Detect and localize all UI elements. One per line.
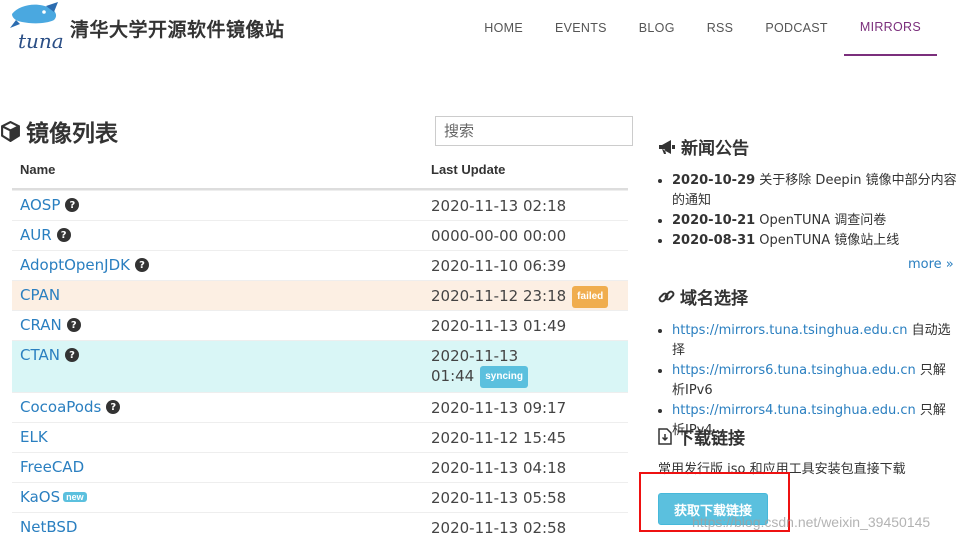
nav-rss[interactable]: RSS: [691, 0, 750, 56]
page-title-text: 镜像列表: [26, 121, 118, 147]
last-update: 2020-11-13 09:17: [431, 399, 567, 417]
domain-item: https://mirrors6.tuna.tsinghua.edu.cn 只解…: [672, 361, 958, 401]
news-title: 新闻公告: [681, 139, 749, 159]
new-badge: new: [63, 492, 87, 502]
domain-link[interactable]: https://mirrors4.tuna.tsinghua.edu.cn: [672, 403, 916, 418]
domain-link[interactable]: https://mirrors.tuna.tsinghua.edu.cn: [672, 323, 908, 338]
tuna-logo[interactable]: tuna: [6, 2, 66, 54]
domain-item: https://mirrors.tuna.tsinghua.edu.cn 自动选…: [672, 321, 958, 361]
table-row: AdoptOpenJDK? 2020-11-10 06:39: [12, 250, 628, 280]
news-section: 新闻公告 2020-10-29 关于移除 Deepin 镜像中部分内容的通知 2…: [658, 134, 958, 251]
help-icon[interactable]: ?: [134, 258, 149, 272]
table-row: FreeCAD 2020-11-13 04:18: [12, 452, 628, 482]
mirror-link[interactable]: AUR: [20, 226, 52, 244]
news-text: OpenTUNA 镜像站上线: [759, 233, 900, 248]
top-nav: HOME EVENTS BLOG RSS PODCAST MIRRORS: [468, 0, 937, 56]
news-text: OpenTUNA 调查问卷: [759, 213, 887, 228]
last-update: 2020-11-13 02:58: [431, 519, 567, 537]
help-icon[interactable]: ?: [106, 400, 121, 414]
domain-heading: 域名选择: [658, 284, 958, 309]
mirror-link[interactable]: CRAN: [20, 316, 62, 334]
column-name[interactable]: Name: [12, 162, 423, 177]
download-section: 下载链接: [658, 424, 958, 449]
last-update: 2020-11-10 06:39: [431, 257, 567, 275]
help-icon[interactable]: ?: [66, 318, 81, 332]
last-update: 2020-11-12 23:18: [431, 287, 567, 305]
news-date: 2020-10-29: [672, 173, 756, 188]
last-update: 2020-11-13 01:49: [431, 317, 567, 335]
mirror-link[interactable]: FreeCAD: [20, 458, 84, 476]
mirror-table: Name Last Update AOSP? 2020-11-13 02:18 …: [12, 150, 628, 541]
domain-link[interactable]: https://mirrors6.tuna.tsinghua.edu.cn: [672, 363, 916, 378]
mirror-link[interactable]: KaOS: [20, 488, 60, 506]
news-date: 2020-08-31: [672, 233, 756, 248]
more-link[interactable]: more »: [908, 257, 954, 272]
help-icon[interactable]: ?: [64, 348, 79, 362]
domain-title: 域名选择: [680, 289, 748, 309]
link-icon: [658, 290, 675, 303]
download-title: 下载链接: [677, 429, 745, 449]
mirror-link[interactable]: ELK: [20, 428, 48, 446]
domain-list: https://mirrors.tuna.tsinghua.edu.cn 自动选…: [658, 321, 958, 441]
last-update-date: 2020-11-13: [431, 347, 519, 365]
status-badge: failed: [572, 286, 609, 308]
mirror-link[interactable]: AOSP: [20, 196, 60, 214]
nav-home[interactable]: HOME: [468, 0, 539, 56]
column-last-update[interactable]: Last Update: [423, 162, 628, 177]
watermark: https://blog.csdn.net/weixin_39450145: [692, 514, 931, 530]
news-date: 2020-10-21: [672, 213, 756, 228]
news-item[interactable]: 2020-10-21 OpenTUNA 调查问卷: [672, 211, 958, 231]
help-icon[interactable]: ?: [56, 228, 71, 242]
mirror-link[interactable]: CocoaPods: [20, 398, 101, 416]
table-row: KaOS new 2020-11-13 05:58: [12, 482, 628, 512]
news-heading: 新闻公告: [658, 134, 958, 159]
help-icon[interactable]: ?: [65, 198, 80, 212]
domain-section: 域名选择 https://mirrors.tuna.tsinghua.edu.c…: [658, 284, 958, 441]
bullhorn-icon: [659, 139, 675, 154]
site-title[interactable]: 清华大学开源软件镜像站: [70, 15, 285, 42]
table-row: CocoaPods? 2020-11-13 09:17: [12, 392, 628, 422]
nav-podcast[interactable]: PODCAST: [749, 0, 844, 56]
table-row: AOSP? 2020-11-13 02:18: [12, 190, 628, 220]
svg-text:tuna: tuna: [18, 29, 64, 53]
last-update: 2020-11-13 05:58: [431, 489, 567, 507]
news-item[interactable]: 2020-10-29 关于移除 Deepin 镜像中部分内容的通知: [672, 171, 958, 211]
page-title: 镜像列表: [0, 114, 118, 148]
table-row: CPAN 2020-11-12 23:18 failed: [12, 280, 628, 310]
nav-mirrors[interactable]: MIRRORS: [843, 0, 937, 56]
download-heading: 下载链接: [658, 424, 958, 449]
table-row: AUR? 0000-00-00 00:00: [12, 220, 628, 250]
last-update: 2020-11-12 15:45: [431, 429, 567, 447]
last-update: 2020-11-13 04:18: [431, 459, 567, 477]
status-badge: syncing: [480, 366, 529, 388]
table-row: ELK 2020-11-12 15:45: [12, 422, 628, 452]
last-update-time: 01:44: [431, 367, 475, 385]
search-input[interactable]: [435, 116, 633, 146]
mirror-link[interactable]: AdoptOpenJDK: [20, 256, 130, 274]
cube-icon: [1, 120, 20, 142]
last-update: 0000-00-00 00:00: [431, 227, 567, 245]
table-row: NetBSD 2020-11-13 02:58: [12, 512, 628, 541]
file-download-icon: [658, 428, 672, 445]
mirror-link[interactable]: CTAN: [20, 346, 60, 364]
news-item[interactable]: 2020-08-31 OpenTUNA 镜像站上线: [672, 231, 958, 251]
header: tuna 清华大学开源软件镜像站 HOME EVENTS BLOG RSS PO…: [0, 0, 975, 56]
news-list: 2020-10-29 关于移除 Deepin 镜像中部分内容的通知 2020-1…: [658, 171, 958, 251]
table-header: Name Last Update: [12, 150, 628, 190]
table-row: CRAN? 2020-11-13 01:49: [12, 310, 628, 340]
table-row: CTAN? 2020-11-13 01:44 syncing: [12, 340, 628, 392]
nav-blog[interactable]: BLOG: [623, 0, 691, 56]
nav-events[interactable]: EVENTS: [539, 0, 623, 56]
mirror-link[interactable]: NetBSD: [20, 518, 77, 536]
last-update: 2020-11-13 02:18: [431, 197, 567, 215]
mirror-link[interactable]: CPAN: [20, 286, 60, 304]
